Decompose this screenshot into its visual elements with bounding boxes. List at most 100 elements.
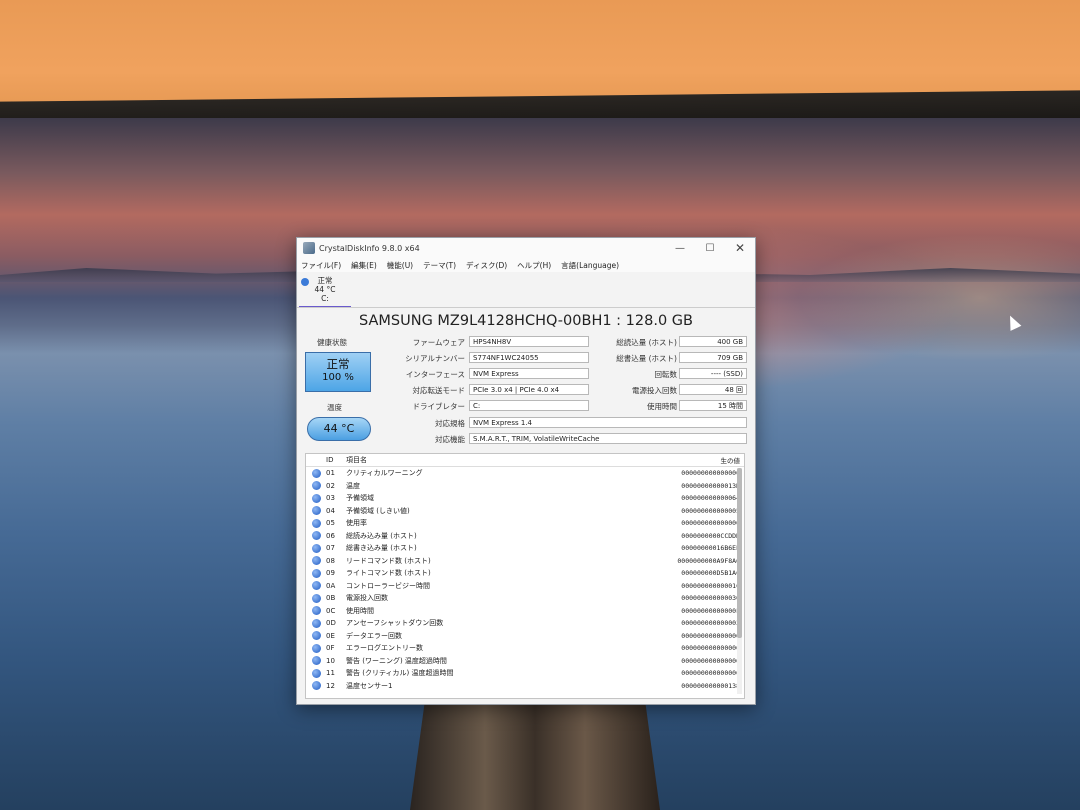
maximize-button[interactable]: ☐ (695, 243, 725, 254)
smart-rows: 01 クリティカルワーニング 000000000000000 02 温度 00000000… (306, 467, 744, 692)
row-name: 温度 (346, 481, 360, 490)
disk-model-title: SAMSUNG MZ9L4128HCHQ-00BH1 : 128.0 GB (359, 313, 693, 329)
table-row[interactable]: 03 予備領域 000000000000064 (306, 492, 744, 505)
table-row[interactable]: 11 警告 (クリティカル) 温度超過時間 000000000000000 (306, 667, 744, 680)
table-row[interactable]: 0E データエラー回数 000000000000000 (306, 630, 744, 643)
table-row[interactable]: 04 予備領域 (しきい値) 000000000000005 (306, 505, 744, 518)
row-id: 0E (326, 631, 335, 640)
serial-value: S774NF1WC24055 (469, 352, 589, 363)
status-dot-icon (306, 668, 326, 678)
menu-theme[interactable]: テーマ(T) (423, 260, 456, 271)
row-id: 0D (326, 619, 336, 628)
table-row[interactable]: 0B 電源投入回数 000000000000030 (306, 592, 744, 605)
disk-tab-c[interactable]: 正常 44 °C C: (299, 276, 351, 308)
table-row[interactable]: 08 リードコマンド数 (ホスト) 0000000000A9F8A6 (306, 555, 744, 568)
row-raw: 000000000000000 (681, 644, 740, 653)
row-name: 予備領域 (346, 494, 374, 503)
host-writes-value: 709 GB (679, 352, 747, 363)
disk-tab-temp: 44 °C (314, 285, 336, 294)
status-dot-icon (306, 643, 326, 653)
table-row[interactable]: 02 温度 00000000000013D (306, 480, 744, 493)
window-title: CrystalDiskInfo 9.8.0 x64 (319, 243, 420, 253)
status-dot-icon (306, 631, 326, 641)
status-dot-icon (306, 543, 326, 553)
standard-value: NVM Express 1.4 (469, 417, 747, 428)
row-raw: 0000000000CCDDD (681, 531, 740, 540)
power-on-count-value: 48 回 (679, 384, 747, 395)
table-row[interactable]: 12 温度センサー1 000000000000138 (306, 680, 744, 693)
firmware-label: ファームウェア (412, 338, 465, 347)
table-row[interactable]: 10 警告 (ワーニング) 温度超過時間 000000000000000 (306, 655, 744, 668)
table-row[interactable]: 0A コントローラービジー時間 00000000000001C (306, 580, 744, 593)
close-button[interactable]: ✕ (725, 241, 755, 255)
status-dot-icon (306, 681, 326, 691)
menu-edit[interactable]: 編集(E) (351, 260, 377, 271)
table-row[interactable]: 0D アンセーフシャットダウン回数 000000000000003 (306, 617, 744, 630)
row-name: 温度センサー1 (346, 681, 393, 690)
power-on-hours-label: 使用時間 (647, 402, 677, 411)
menu-help[interactable]: ヘルプ(H) (517, 260, 551, 271)
row-raw: 000000000D5B1AC (681, 569, 740, 578)
row-raw: 0000000000A9F8A6 (677, 556, 740, 565)
row-raw: 000000000000000 (681, 669, 740, 678)
status-dot-icon (306, 593, 326, 603)
row-name: 総書き込み量 (ホスト) (346, 544, 417, 553)
row-name: エラーログエントリー数 (346, 644, 423, 653)
row-name: 警告 (ワーニング) 温度超過時間 (346, 656, 447, 665)
power-on-count-label: 電源投入回数 (632, 386, 677, 395)
scrollbar-thumb[interactable] (737, 468, 742, 638)
table-row[interactable]: 0C 使用時間 00000000000000F (306, 605, 744, 618)
health-percent: 100 % (322, 372, 354, 383)
row-name: リードコマンド数 (ホスト) (346, 556, 431, 565)
menu-disk[interactable]: ディスク(D) (466, 260, 507, 271)
blue-status-icon (311, 481, 321, 491)
blue-status-icon (311, 493, 321, 503)
vertical-scrollbar[interactable] (737, 468, 742, 694)
title-bar[interactable]: CrystalDiskInfo 9.8.0 x64 — ☐ ✕ (297, 238, 755, 258)
transfer-mode-label: 対応転送モード (412, 386, 466, 395)
table-row[interactable]: 0F エラーログエントリー数 000000000000000 (306, 642, 744, 655)
menu-language[interactable]: 言語(Language) (561, 260, 619, 271)
column-raw[interactable]: 生の値 (664, 455, 744, 465)
row-raw: 00000000000013D (681, 481, 740, 490)
row-name: データエラー回数 (346, 631, 402, 640)
blue-status-icon (311, 618, 321, 628)
host-reads-value: 400 GB (679, 336, 747, 347)
features-value: S.M.A.R.T., TRIM, VolatileWriteCache (469, 433, 747, 444)
column-name[interactable]: 項目名 (346, 455, 664, 465)
table-row[interactable]: 05 使用率 000000000000000 (306, 517, 744, 530)
row-raw: 000000000000000 (681, 656, 740, 665)
row-id: 07 (326, 544, 335, 553)
status-dot-icon (306, 493, 326, 503)
row-id: 01 (326, 469, 335, 478)
blue-status-icon (311, 631, 321, 641)
table-row[interactable]: 06 総読み込み量 (ホスト) 0000000000CCDDD (306, 530, 744, 543)
menu-function[interactable]: 機能(U) (387, 260, 413, 271)
blue-status-icon (311, 606, 321, 616)
menu-file[interactable]: ファイル(F) (301, 260, 341, 271)
row-name: クリティカルワーニング (346, 469, 423, 478)
row-name: 予備領域 (しきい値) (346, 506, 410, 515)
health-status-box[interactable]: 正常 100 % (305, 352, 371, 392)
health-label: 健康状態 (317, 338, 347, 347)
host-writes-label: 総書込量 (ホスト) (616, 354, 677, 363)
temperature-box[interactable]: 44 °C (307, 417, 371, 441)
rotation-value: ---- (SSD) (679, 368, 747, 379)
row-name: アンセーフシャットダウン回数 (346, 619, 444, 628)
blue-status-icon (311, 543, 321, 553)
power-on-hours-value: 15 時間 (679, 400, 747, 411)
minimize-button[interactable]: — (665, 243, 695, 254)
column-id[interactable]: ID (326, 456, 346, 464)
row-id: 08 (326, 556, 335, 565)
interface-value: NVM Express (469, 368, 589, 379)
row-raw: 000000000000064 (681, 494, 740, 503)
table-row[interactable]: 07 総書き込み量 (ホスト) 00000000016B6EE (306, 542, 744, 555)
row-raw: 000000000000000 (681, 519, 740, 528)
table-row[interactable]: 01 クリティカルワーニング 000000000000000 (306, 467, 744, 480)
table-row[interactable]: 09 ライトコマンド数 (ホスト) 000000000D5B1AC (306, 567, 744, 580)
row-id: 09 (326, 569, 335, 578)
app-icon (303, 242, 315, 254)
smart-attributes-table: ID 項目名 生の値 01 クリティカルワーニング 000000000000000 0… (305, 453, 745, 699)
row-raw: 00000000016B6EE (681, 544, 740, 553)
row-id: 10 (326, 656, 335, 665)
